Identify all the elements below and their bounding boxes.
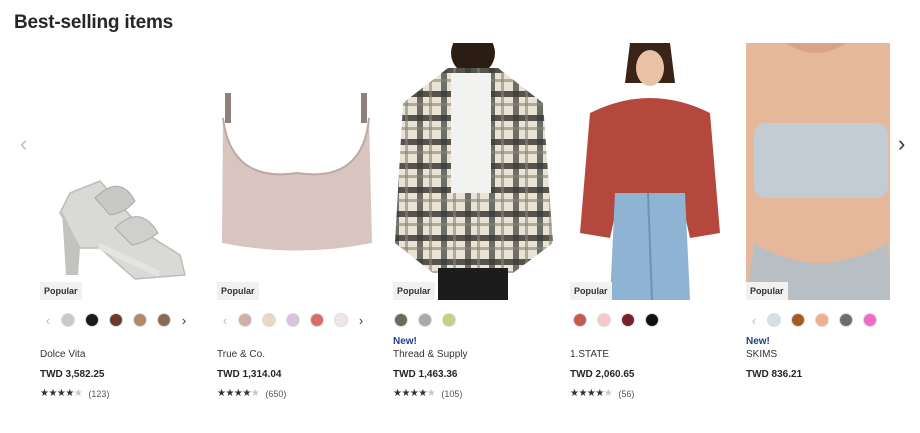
product-card[interactable]: Popular ‹ New! SKIMS TWD 836.21 — [746, 43, 890, 380]
color-swatch[interactable] — [864, 314, 876, 326]
product-rating: ★★★★★ (650) — [217, 388, 379, 399]
color-swatch[interactable] — [263, 314, 275, 326]
popular-badge: Popular — [746, 282, 788, 300]
product-card[interactable]: Popular 1.STATE TWD 2,060.65 ★★★★★ (56) — [570, 43, 732, 399]
color-swatch[interactable] — [239, 314, 251, 326]
product-image[interactable]: Popular — [570, 43, 732, 300]
color-swatches: ‹ › — [217, 309, 379, 331]
product-card[interactable]: Popular ‹ › True & Co. TWD 1,314.04 ★★★★… — [217, 43, 379, 399]
color-swatch[interactable] — [816, 314, 828, 326]
review-count[interactable]: (123) — [88, 389, 109, 399]
product-image[interactable]: Popular — [217, 43, 379, 300]
swatch-prev-icon[interactable]: ‹ — [217, 313, 233, 328]
swatch-prev-icon[interactable]: ‹ — [40, 313, 56, 328]
section-title: Best-selling items — [14, 12, 174, 33]
color-swatch[interactable] — [134, 314, 146, 326]
carousel-prev-button[interactable]: ‹ — [20, 133, 36, 155]
new-label — [217, 336, 379, 349]
color-swatch[interactable] — [311, 314, 323, 326]
popular-badge: Popular — [393, 282, 435, 300]
review-count[interactable]: (650) — [265, 389, 286, 399]
new-label: New! — [393, 336, 417, 347]
product-image[interactable]: Popular — [40, 43, 202, 300]
color-swatches: ‹ — [746, 309, 890, 331]
color-swatch[interactable] — [646, 314, 658, 326]
color-swatch[interactable] — [574, 314, 586, 326]
product-price: TWD 1,314.04 — [217, 369, 282, 380]
product-card[interactable]: Popular ‹ › Dolce Vita TWD 3,582.25 ★★★★… — [40, 43, 202, 399]
color-swatch[interactable] — [158, 314, 170, 326]
product-brand[interactable]: Dolce Vita — [40, 349, 202, 363]
popular-badge: Popular — [570, 282, 612, 300]
star-rating-icon: ★★★★★ — [393, 388, 436, 399]
new-label — [40, 336, 202, 349]
color-swatch[interactable] — [86, 314, 98, 326]
review-count[interactable]: (56) — [618, 389, 634, 399]
product-price: TWD 836.21 — [746, 369, 803, 380]
color-swatch[interactable] — [419, 314, 431, 326]
new-label — [570, 336, 732, 349]
product-image[interactable]: Popular — [746, 43, 890, 300]
star-rating-icon: ★★★★★ — [40, 388, 83, 399]
carousel-next-button[interactable]: › — [898, 133, 914, 155]
color-swatch[interactable] — [335, 314, 347, 326]
product-image[interactable]: Popular — [393, 43, 555, 300]
color-swatch[interactable] — [287, 314, 299, 326]
product-brand[interactable]: SKIMS — [746, 349, 890, 363]
popular-badge: Popular — [217, 282, 259, 300]
product-price: TWD 3,582.25 — [40, 369, 105, 380]
swatch-prev-icon[interactable]: ‹ — [746, 313, 762, 328]
product-price: TWD 1,463.36 — [393, 369, 458, 380]
review-count[interactable]: (105) — [441, 389, 462, 399]
color-swatch[interactable] — [395, 314, 407, 326]
swatch-next-icon[interactable]: › — [176, 313, 192, 328]
product-rating: ★★★★★ (105) — [393, 388, 555, 399]
color-swatch[interactable] — [443, 314, 455, 326]
color-swatch[interactable] — [792, 314, 804, 326]
color-swatches — [393, 309, 555, 331]
product-rating: ★★★★★ (56) — [570, 388, 732, 399]
product-rating: ★★★★★ (123) — [40, 388, 202, 399]
color-swatch[interactable] — [110, 314, 122, 326]
popular-badge: Popular — [40, 282, 82, 300]
color-swatches: ‹ › — [40, 309, 202, 331]
product-brand[interactable]: Thread & Supply — [393, 349, 555, 363]
product-brand[interactable]: True & Co. — [217, 349, 379, 363]
color-swatch[interactable] — [840, 314, 852, 326]
new-label: New! — [746, 336, 770, 347]
product-price: TWD 2,060.65 — [570, 369, 635, 380]
color-swatch[interactable] — [62, 314, 74, 326]
color-swatch[interactable] — [598, 314, 610, 326]
product-card[interactable]: Popular New! Thread & Supply TWD 1,463.3… — [393, 43, 555, 399]
color-swatch[interactable] — [622, 314, 634, 326]
color-swatches — [570, 309, 732, 331]
star-rating-icon: ★★★★★ — [217, 388, 260, 399]
color-swatch[interactable] — [768, 314, 780, 326]
swatch-next-icon[interactable]: › — [353, 313, 369, 328]
star-rating-icon: ★★★★★ — [570, 388, 613, 399]
product-brand[interactable]: 1.STATE — [570, 349, 732, 363]
